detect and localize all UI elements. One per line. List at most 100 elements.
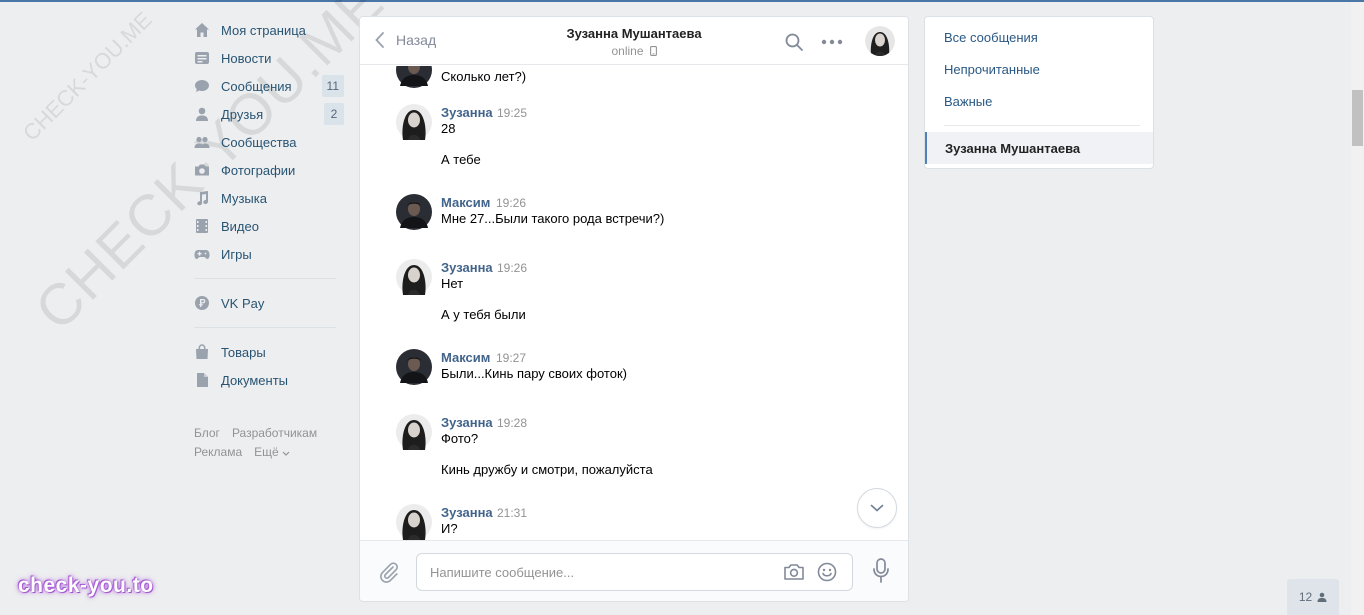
nav-label: Фотографии (221, 162, 296, 178)
message-avatar[interactable] (396, 504, 432, 540)
nav-label: Товары (221, 344, 266, 360)
user-icon (1317, 592, 1327, 602)
online-friends-widget[interactable]: 12 (1287, 579, 1339, 615)
message-text: А тебе (441, 152, 481, 167)
nav-label: Сообщества (221, 134, 297, 150)
message-avatar[interactable] (396, 194, 432, 230)
nav-label: Музыка (221, 190, 267, 206)
footer-link-more[interactable]: Ещё (254, 445, 290, 459)
communities-icon (194, 134, 210, 150)
message-time: 21:31 (497, 506, 528, 520)
nav-item-news[interactable]: Новости (192, 44, 344, 72)
message-author[interactable]: Максим (441, 350, 490, 365)
page-scrollbar-thumb[interactable] (1352, 90, 1363, 146)
message-author[interactable]: Зузанна (441, 105, 493, 120)
message-input[interactable] (417, 554, 777, 590)
scroll-down-button[interactable] (857, 488, 897, 528)
mobile-icon (649, 46, 657, 56)
menu-item-unread[interactable]: Непрочитанные (944, 62, 1040, 77)
chat-panel: Назад Зузанна Мушантаева online Сколько … (359, 16, 909, 602)
message-author[interactable]: Зузанна (441, 505, 493, 520)
nav-divider (194, 327, 336, 328)
search-icon[interactable] (784, 32, 804, 52)
camera-icon (194, 162, 210, 178)
footer-link-developers[interactable]: Разработчикам (232, 426, 317, 440)
nav-item-photos[interactable]: Фотографии (192, 156, 344, 184)
message-text: 28 (441, 121, 456, 136)
news-icon (194, 50, 210, 66)
message-text: Нет (441, 276, 464, 291)
messages-icon (194, 78, 210, 94)
message-history[interactable]: Сколько лет?) Зузанна 19:25 28 А тебе Максим 1… (360, 66, 908, 540)
chevron-down-icon (282, 451, 290, 456)
friends-count-badge: 2 (324, 103, 344, 125)
message-time: 19:26 (497, 261, 528, 275)
message-text: А у тебя были (441, 307, 526, 322)
nav-divider (194, 278, 336, 279)
messages-filter-menu: Все сообщения Непрочитанные Важные Зузан… (924, 16, 1154, 169)
nav-item-my-page[interactable]: Моя страница (192, 16, 344, 44)
peer-avatar[interactable] (865, 26, 895, 56)
watermark-brand: check-you.to (18, 574, 154, 597)
peer-info[interactable]: Зузанна Мушантаева online (520, 26, 748, 58)
message-author[interactable]: Зузанна (441, 260, 493, 275)
online-friends-count: 12 (1298, 590, 1313, 604)
vkpay-icon (194, 295, 210, 311)
message-avatar[interactable] (396, 104, 432, 140)
message-text: Мне 27...Были такого рода встречи?) (441, 211, 665, 226)
home-icon (194, 22, 210, 38)
nav-item-friends[interactable]: Друзья 2 (192, 100, 344, 128)
smile-icon[interactable] (817, 562, 837, 582)
message-time: 19:26 (496, 196, 527, 210)
menu-item-all-messages[interactable]: Все сообщения (944, 30, 1038, 45)
message-text: Сколько лет?) (441, 69, 527, 84)
message-author[interactable]: Максим (441, 195, 490, 210)
footer-link-blog[interactable]: Блог (194, 426, 220, 440)
menu-item-active-dialog[interactable]: Зузанна Мушантаева (925, 132, 1153, 164)
left-nav: Моя страница Новости Сообщения 11 Друзья… (192, 16, 344, 394)
chat-header: Назад Зузанна Мушантаева online (360, 17, 908, 65)
gamepad-icon (194, 246, 210, 262)
message-avatar[interactable] (396, 349, 432, 385)
video-icon (194, 218, 210, 234)
nav-item-video[interactable]: Видео (192, 212, 344, 240)
bag-icon (194, 344, 210, 360)
nav-label: VK Pay (221, 295, 265, 311)
nav-item-vkpay[interactable]: VK Pay (192, 289, 344, 317)
message-text: Кинь дружбу и смотри, пожалуйста (441, 462, 653, 477)
nav-label: Игры (221, 246, 252, 262)
message-avatar[interactable] (396, 259, 432, 295)
messages-count-badge: 11 (321, 75, 344, 97)
friends-icon (194, 106, 210, 122)
nav-item-games[interactable]: Игры (192, 240, 344, 268)
back-button[interactable]: Назад (374, 31, 436, 49)
nav-label: Новости (221, 50, 272, 66)
camera-icon[interactable] (783, 562, 805, 582)
nav-item-documents[interactable]: Документы (192, 366, 344, 394)
nav-item-messages[interactable]: Сообщения 11 (192, 72, 344, 100)
message-time: 19:27 (496, 351, 527, 365)
nav-footer: Блог Разработчикам Реклама Ещё (194, 424, 344, 462)
nav-label: Моя страница (221, 22, 306, 38)
nav-item-music[interactable]: Музыка (192, 184, 344, 212)
nav-item-goods[interactable]: Товары (192, 338, 344, 366)
nav-label: Друзья (221, 106, 264, 122)
watermark-small: CHECK-YOU.ME (18, 6, 157, 146)
top-accent-line (0, 0, 1364, 2)
nav-label: Видео (221, 218, 259, 234)
message-author[interactable]: Зузанна (441, 415, 493, 430)
message-avatar[interactable] (396, 414, 432, 450)
paperclip-icon[interactable] (378, 561, 400, 583)
nav-item-communities[interactable]: Сообщества (192, 128, 344, 156)
chevron-down-icon (870, 504, 884, 512)
message-avatar[interactable] (396, 66, 432, 88)
chevron-left-icon (375, 32, 384, 48)
menu-item-important[interactable]: Важные (944, 94, 992, 109)
message-input-box[interactable] (416, 553, 853, 591)
footer-link-ads[interactable]: Реклама (194, 445, 242, 459)
more-icon[interactable] (821, 39, 843, 45)
nav-label: Сообщения (221, 78, 292, 94)
page-scrollbar[interactable] (1351, 2, 1364, 615)
microphone-icon[interactable] (872, 558, 890, 584)
music-icon (194, 190, 210, 206)
